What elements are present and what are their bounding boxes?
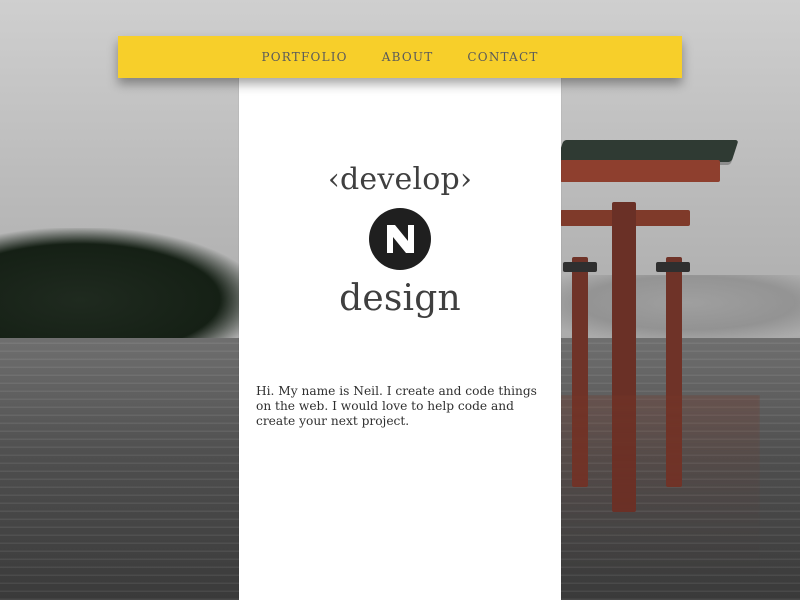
nav-link-contact[interactable]: CONTACT (467, 44, 538, 70)
n-logo-icon-svg (369, 208, 431, 270)
torii-cap-left (563, 262, 597, 272)
intro-text: Hi. My name is Neil. I create and code t… (256, 384, 537, 429)
logo-develop-text: ‹develop› (327, 162, 473, 197)
logo-design-text: design (339, 278, 461, 319)
torii-roof (556, 140, 739, 162)
content-card: ‹develop› design Hi. My name is Neil. I … (239, 78, 561, 600)
nav-link-portfolio[interactable]: PORTFOLIO (261, 44, 347, 70)
torii-top-beam (560, 160, 720, 182)
n-logo-icon (368, 207, 432, 271)
torii-cap-right (656, 262, 690, 272)
top-navigation: PORTFOLIO ABOUT CONTACT (118, 36, 682, 78)
nav-link-about[interactable]: ABOUT (382, 44, 434, 70)
torii-reflection (560, 395, 760, 600)
torii-gate (556, 112, 760, 512)
